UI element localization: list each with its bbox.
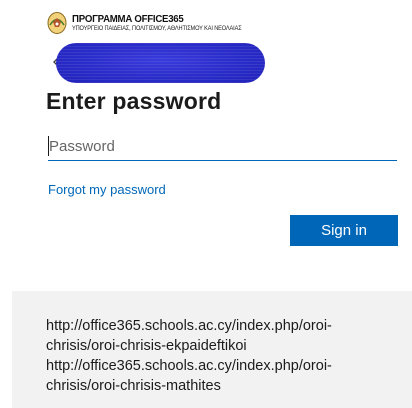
redacted-email [56, 43, 265, 83]
notice-panel: http://office365.schools.ac.cy/index.php… [12, 291, 412, 408]
sign-in-button[interactable]: Sign in [290, 215, 398, 246]
org-logo: ΠΡΟΓΡΑΜΜΑ OFFICE365 ΥΠΟΥΡΓΕΙΟ ΠΑΙΔΕΙΑΣ, … [46, 11, 265, 35]
text-caret [48, 136, 49, 156]
notice-line: chrisis/oroi-chrisis-ekpaideftikoi [46, 338, 247, 354]
notice-line: chrisis/oroi-chrisis-mathites [46, 378, 221, 394]
logo-title: ΠΡΟΓΡΑΜΜΑ OFFICE365 [72, 12, 184, 25]
forgot-password-link[interactable]: Forgot my password [48, 182, 166, 197]
notice-line: http://office365.schools.ac.cy/index.php… [46, 358, 332, 374]
page-title: Enter password [46, 88, 222, 114]
password-input[interactable] [48, 132, 397, 161]
cyprus-emblem-icon [47, 12, 67, 34]
account-identity [50, 43, 270, 83]
notice-text: http://office365.schools.ac.cy/index.php… [46, 316, 366, 396]
notice-line: http://office365.schools.ac.cy/index.php… [46, 318, 332, 334]
logo-subtitle: ΥΠΟΥΡΓΕΙΟ ΠΑΙΔΕΙΑΣ, ΠΟΛΙΤΙΣΜΟΥ, ΑΘΛΗΤΙΣΜ… [72, 25, 242, 33]
